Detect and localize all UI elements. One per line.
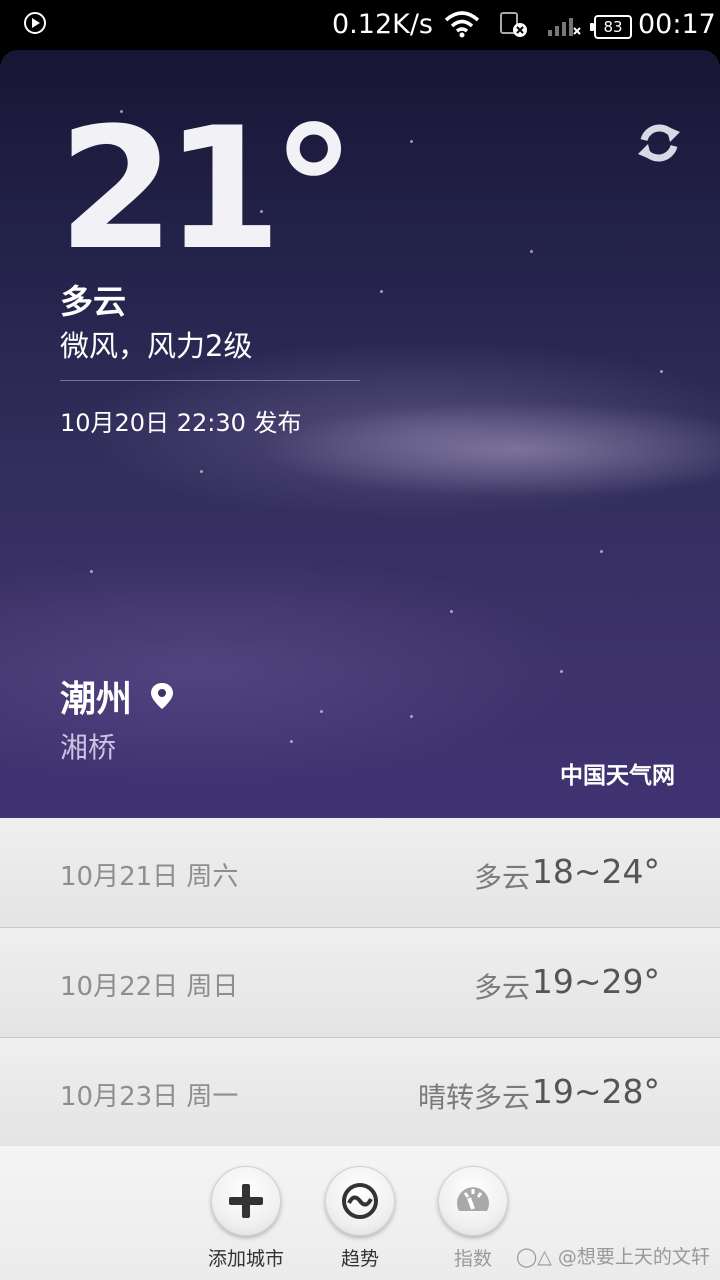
signal-icon (548, 18, 581, 36)
location-pin-icon (151, 683, 173, 709)
sim-card-icon (500, 12, 527, 37)
forecast-list: 10月21日 周六 多云 18~24° 10月22日 周日 多云 19~29° … (0, 818, 720, 1148)
watermark: ◯△ @想要上天的文轩 (516, 1246, 710, 1268)
forecast-temp: 19~28° (531, 1072, 660, 1111)
index-label: 指数 (453, 1248, 492, 1270)
wind-info: 微风，风力2级 (60, 329, 253, 363)
trend-label: 趋势 (340, 1248, 379, 1270)
wifi-icon (444, 11, 480, 38)
add-city-label: 添加城市 (207, 1248, 284, 1270)
forecast-date: 10月22日 周日 (60, 972, 239, 1002)
data-source: 中国天气网 (560, 763, 675, 789)
media-play-icon (24, 12, 46, 34)
current-weather-panel: 21° 多云 微风，风力2级 10月20日 22:30 发布 潮州 湘桥 中国天… (0, 50, 720, 818)
forecast-date: 10月23日 周一 (60, 1082, 239, 1112)
status-bar: 0.12K/s 83 00:17 (0, 0, 720, 50)
forecast-temp: 18~24° (531, 852, 660, 891)
forecast-temp: 19~29° (531, 962, 660, 1001)
refresh-icon[interactable] (636, 120, 682, 166)
forecast-row[interactable]: 10月23日 周一 晴转多云 19~28° (0, 1038, 720, 1148)
clock: 00:17 (638, 9, 716, 40)
forecast-condition: 晴转多云 (417, 1081, 530, 1114)
trend-icon (342, 1183, 378, 1219)
battery-indicator: 83 (590, 15, 632, 39)
forecast-condition: 多云 (473, 861, 530, 894)
forecast-condition: 多云 (473, 971, 530, 1004)
city-name[interactable]: 潮州 (60, 670, 132, 722)
network-speed: 0.12K/s (332, 9, 433, 40)
current-temperature: 21° (58, 91, 356, 287)
forecast-date: 10月21日 周六 (60, 862, 239, 892)
publish-time: 10月20日 22:30 发布 (60, 409, 302, 437)
gauge-icon (457, 1187, 489, 1211)
forecast-row[interactable]: 10月22日 周日 多云 19~29° (0, 928, 720, 1038)
trend-button[interactable] (325, 1166, 395, 1236)
add-city-button[interactable] (211, 1166, 281, 1236)
plus-icon (229, 1184, 263, 1218)
district-name: 湘桥 (60, 731, 117, 764)
index-button[interactable] (438, 1166, 508, 1236)
forecast-row[interactable]: 10月21日 周六 多云 18~24° (0, 818, 720, 928)
divider (60, 380, 360, 381)
current-condition: 多云 (60, 282, 126, 321)
